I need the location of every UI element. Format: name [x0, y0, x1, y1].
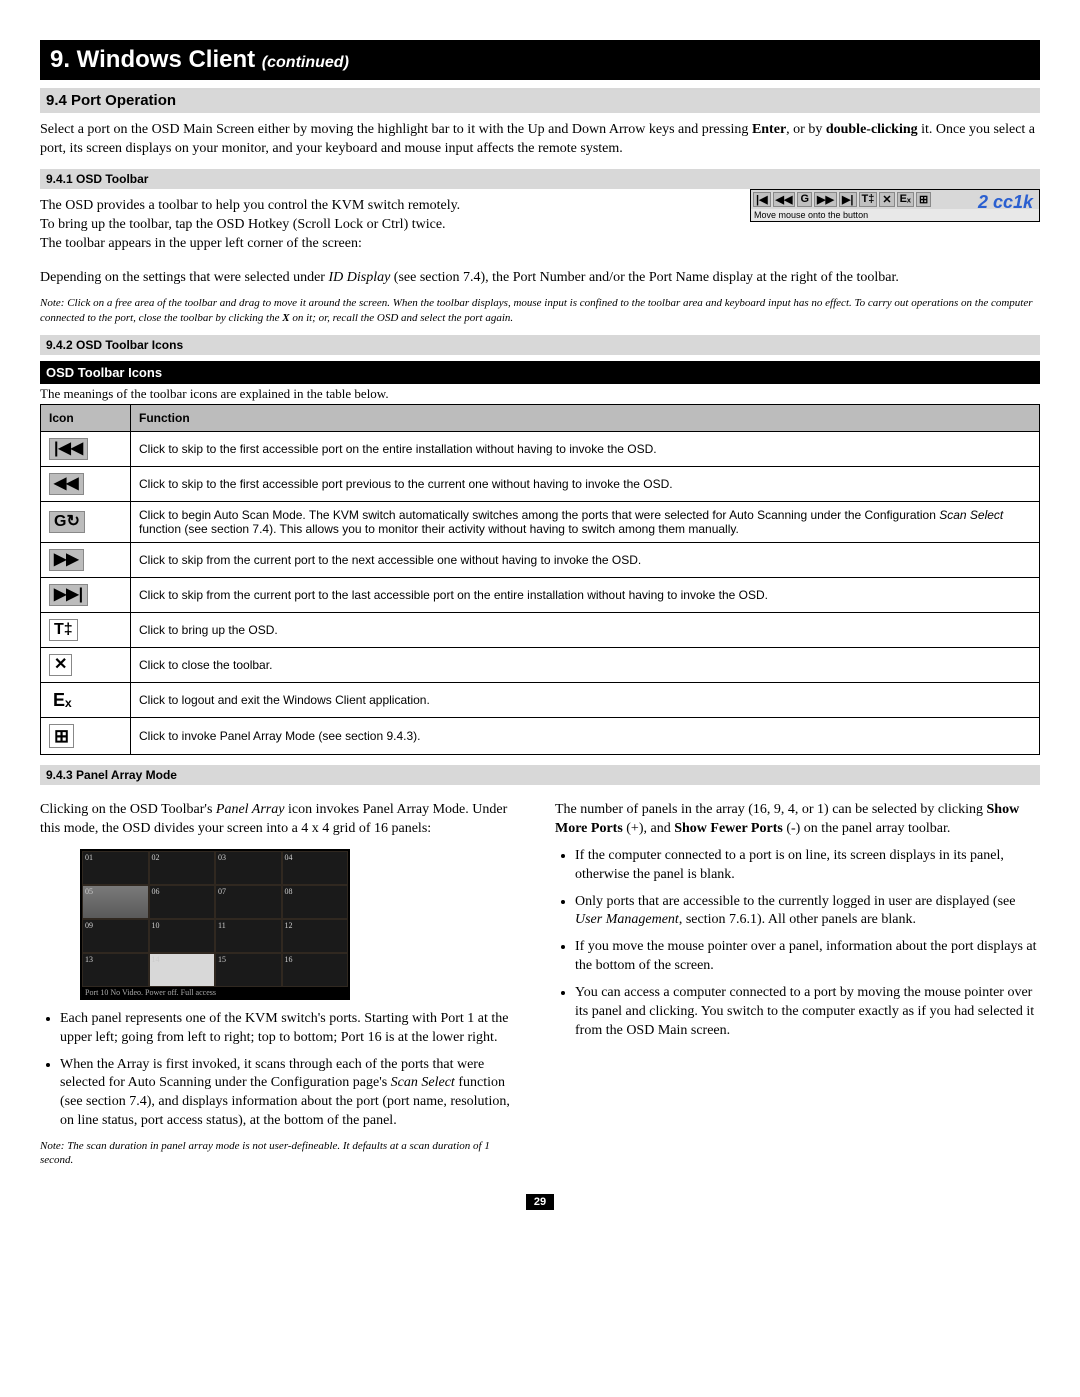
- right-bullets: If the computer connected to a port is o…: [555, 847, 1040, 1041]
- title-text: 9. Windows Client: [50, 46, 255, 73]
- exit-icon: Eₓ: [49, 689, 76, 711]
- sub-9-4-1-head: 9.4.1 OSD Toolbar: [40, 169, 1040, 189]
- table-row: T‡ Click to bring up the OSD.: [41, 612, 1040, 647]
- osd-toolbar-line2: To bring up the toolbar, tap the OSD Hot…: [40, 216, 720, 235]
- autoscan-icon: G↻: [49, 511, 85, 533]
- close-icon: ✕: [49, 654, 72, 676]
- osd-toolbar-line1: The OSD provides a toolbar to help you c…: [40, 197, 720, 216]
- tb-exit-icon: Eₓ: [897, 192, 914, 207]
- tb-panel-icon: ⊞: [916, 192, 931, 207]
- id-display-para: Depending on the settings that were sele…: [40, 269, 1040, 288]
- page-number: 29: [40, 1194, 1040, 1210]
- table-row: ▶▶| Click to skip from the current port …: [41, 577, 1040, 612]
- table-row: ⊞ Click to invoke Panel Array Mode (see …: [41, 717, 1040, 754]
- table-row: |◀◀ Click to skip to the first accessibl…: [41, 431, 1040, 466]
- table-row: ▶▶ Click to skip from the current port t…: [41, 542, 1040, 577]
- list-item: Only ports that are accessible to the cu…: [575, 893, 1040, 931]
- chapter-title: 9. Windows Client (continued): [40, 40, 1040, 80]
- tb-skip-prev-icon: ◀◀: [773, 192, 796, 207]
- section-9-4-para: Select a port on the OSD Main Screen eit…: [40, 121, 1040, 159]
- table-row: ✕ Click to close the toolbar.: [41, 647, 1040, 682]
- toolbar-note: Note: Click on a free area of the toolba…: [40, 296, 1040, 325]
- skip-first-icon: |◀◀: [49, 438, 88, 460]
- left-column: Clicking on the OSD Toolbar's Panel Arra…: [40, 793, 525, 1174]
- table-row: Eₓ Click to logout and exit the Windows …: [41, 682, 1040, 717]
- table-row: G↻ Click to begin Auto Scan Mode. The KV…: [41, 501, 1040, 542]
- list-item: If you move the mouse pointer over a pan…: [575, 938, 1040, 976]
- panel-grid-status: Port 10 No Video. Power off. Full access: [82, 987, 348, 998]
- panel-array-icon: ⊞: [49, 724, 74, 748]
- toolbar-port-label: 2 cc1k: [978, 192, 1033, 213]
- title-continued: (continued): [262, 54, 349, 71]
- tb-skip-last-icon: ▶|: [839, 192, 857, 207]
- left-bullets: Each panel represents one of the KVM swi…: [40, 1010, 525, 1131]
- tb-autoscan-icon: G: [797, 192, 812, 207]
- sub-9-4-2-head: 9.4.2 OSD Toolbar Icons: [40, 335, 1040, 355]
- func-text: Click to skip to the first accessible po…: [131, 466, 1040, 501]
- th-function: Function: [131, 404, 1040, 431]
- list-item: If the computer connected to a port is o…: [575, 847, 1040, 885]
- func-text: Click to invoke Panel Array Mode (see se…: [131, 717, 1040, 754]
- icons-intro: The meanings of the toolbar icons are ex…: [40, 384, 1040, 404]
- func-text: Click to begin Auto Scan Mode. The KVM s…: [131, 501, 1040, 542]
- th-icon: Icon: [41, 404, 131, 431]
- skip-last-icon: ▶▶|: [49, 584, 88, 606]
- list-item: Each panel represents one of the KVM swi…: [60, 1010, 525, 1048]
- panel-array-note: Note: The scan duration in panel array m…: [40, 1139, 525, 1168]
- sub-9-4-3-head: 9.4.3 Panel Array Mode: [40, 765, 1040, 785]
- tb-skip-next-icon: ▶▶: [814, 192, 837, 207]
- list-item: You can access a computer connected to a…: [575, 984, 1040, 1041]
- osd-toolbar-image: |◀ ◀◀ G ▶▶ ▶| T‡ ✕ Eₓ ⊞ Move mouse onto …: [750, 189, 1040, 222]
- tb-close-icon: ✕: [879, 192, 894, 207]
- tb-skip-first-icon: |◀: [753, 192, 771, 207]
- right-column: The number of panels in the array (16, 9…: [555, 793, 1040, 1174]
- func-text: Click to close the toolbar.: [131, 647, 1040, 682]
- func-text: Click to skip from the current port to t…: [131, 577, 1040, 612]
- toolbar-icons-table: Icon Function |◀◀ Click to skip to the f…: [40, 404, 1040, 755]
- panel-count-para: The number of panels in the array (16, 9…: [555, 801, 1040, 839]
- tb-osd-icon: T‡: [859, 192, 878, 207]
- table-row: ◀◀ Click to skip to the first accessible…: [41, 466, 1040, 501]
- panel-array-screenshot: 01020304 05060708 09101112 13141516 Port…: [80, 849, 350, 1000]
- func-text: Click to skip from the current port to t…: [131, 542, 1040, 577]
- func-text: Click to skip to the first accessible po…: [131, 431, 1040, 466]
- func-text: Click to logout and exit the Windows Cli…: [131, 682, 1040, 717]
- osd-icon: T‡: [49, 619, 78, 641]
- func-text: Click to bring up the OSD.: [131, 612, 1040, 647]
- list-item: When the Array is first invoked, it scan…: [60, 1056, 525, 1132]
- osd-toolbar-line3: The toolbar appears in the upper left co…: [40, 235, 720, 254]
- panel-array-intro: Clicking on the OSD Toolbar's Panel Arra…: [40, 801, 525, 839]
- skip-next-icon: ▶▶: [49, 549, 84, 571]
- skip-prev-icon: ◀◀: [49, 473, 84, 495]
- osd-toolbar-icons-title: OSD Toolbar Icons: [40, 361, 1040, 384]
- section-9-4-head: 9.4 Port Operation: [40, 88, 1040, 113]
